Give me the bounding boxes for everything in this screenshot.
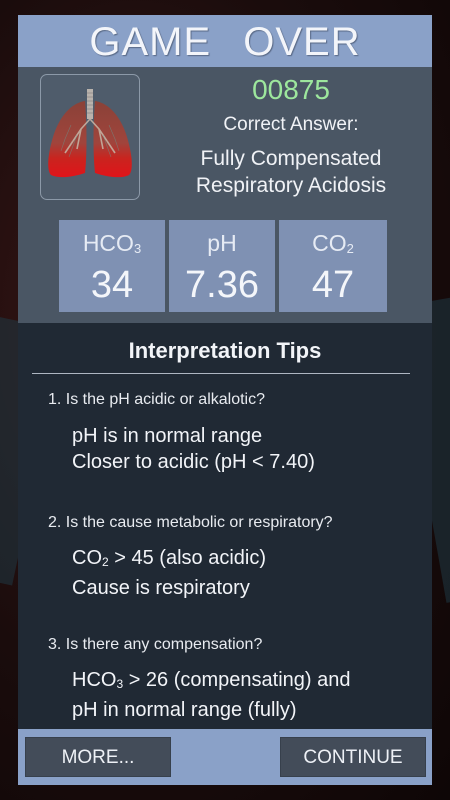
- header-bar: GAME OVER: [18, 15, 432, 67]
- left-lung-shape: [48, 101, 87, 178]
- tip-question-1: 1. Is the pH acidic or alkalotic?: [48, 391, 265, 408]
- stat-value-hco3: 34: [90, 264, 134, 306]
- tip-answer-1: pH is in normal range Closer to acidic (…: [72, 423, 422, 475]
- tip-answer-2-line-1: CO2 > 45 (also acidic): [72, 547, 266, 569]
- tips-divider: [32, 373, 410, 374]
- footer-bar: MORE... CONTINUE: [18, 729, 432, 785]
- continue-button[interactable]: CONTINUE: [280, 737, 426, 777]
- tip-answer-3: HCO3 > 26 (compensating) and pH in norma…: [72, 667, 422, 723]
- stat-label-ph: pH: [207, 230, 237, 256]
- stat-value-co2: 47: [311, 264, 355, 306]
- game-over-title: GAME OVER: [89, 20, 361, 64]
- interpretation-tips-section: Interpretation Tips 1. Is the pH acidic …: [18, 323, 432, 729]
- right-lung-shape: [93, 101, 132, 178]
- stat-box-hco3: HCO3 34: [59, 220, 165, 312]
- stat-label-co2: CO2: [312, 230, 354, 256]
- stat-box-ph: pH 7.36: [169, 220, 275, 312]
- score-value: 00875: [252, 74, 330, 105]
- answer-line-1: Fully Compensated: [200, 147, 382, 170]
- tip-answer-3-line-2: pH in normal range (fully): [72, 699, 297, 721]
- tip-answer-1-line-2: Closer to acidic (pH < 7.40): [72, 451, 315, 473]
- more-button[interactable]: MORE...: [25, 737, 171, 777]
- tips-title: Interpretation Tips: [128, 338, 322, 363]
- answer-line-2: Respiratory Acidosis: [195, 174, 387, 197]
- tip-question-3: 3. Is there any compensation?: [48, 636, 263, 653]
- correct-answer-text: Fully Compensated Respiratory Acidosis: [168, 145, 414, 199]
- stat-box-co2: CO2 47: [279, 220, 387, 312]
- tip-answer-2: CO2 > 45 (also acidic) Cause is respirat…: [72, 545, 422, 601]
- tip-answer-1-line-1: pH is in normal range: [72, 425, 263, 447]
- lungs-icon: [48, 89, 132, 178]
- tip-answer-2-line-2: Cause is respiratory: [72, 577, 250, 599]
- tip-answer-3-line-1: HCO3 > 26 (compensating) and: [72, 669, 351, 691]
- tip-question-2: 2. Is the cause metabolic or respiratory…: [48, 514, 333, 531]
- correct-answer-label: Correct Answer:: [223, 114, 359, 135]
- lungs-image-frame: [40, 74, 140, 200]
- game-over-panel: GAME OVER 00875 Correct Answer: Fully Co…: [18, 15, 432, 785]
- stat-label-hco3: HCO3: [82, 230, 142, 256]
- trachea-shape: [87, 89, 93, 119]
- stat-value-ph: 7.36: [185, 264, 259, 306]
